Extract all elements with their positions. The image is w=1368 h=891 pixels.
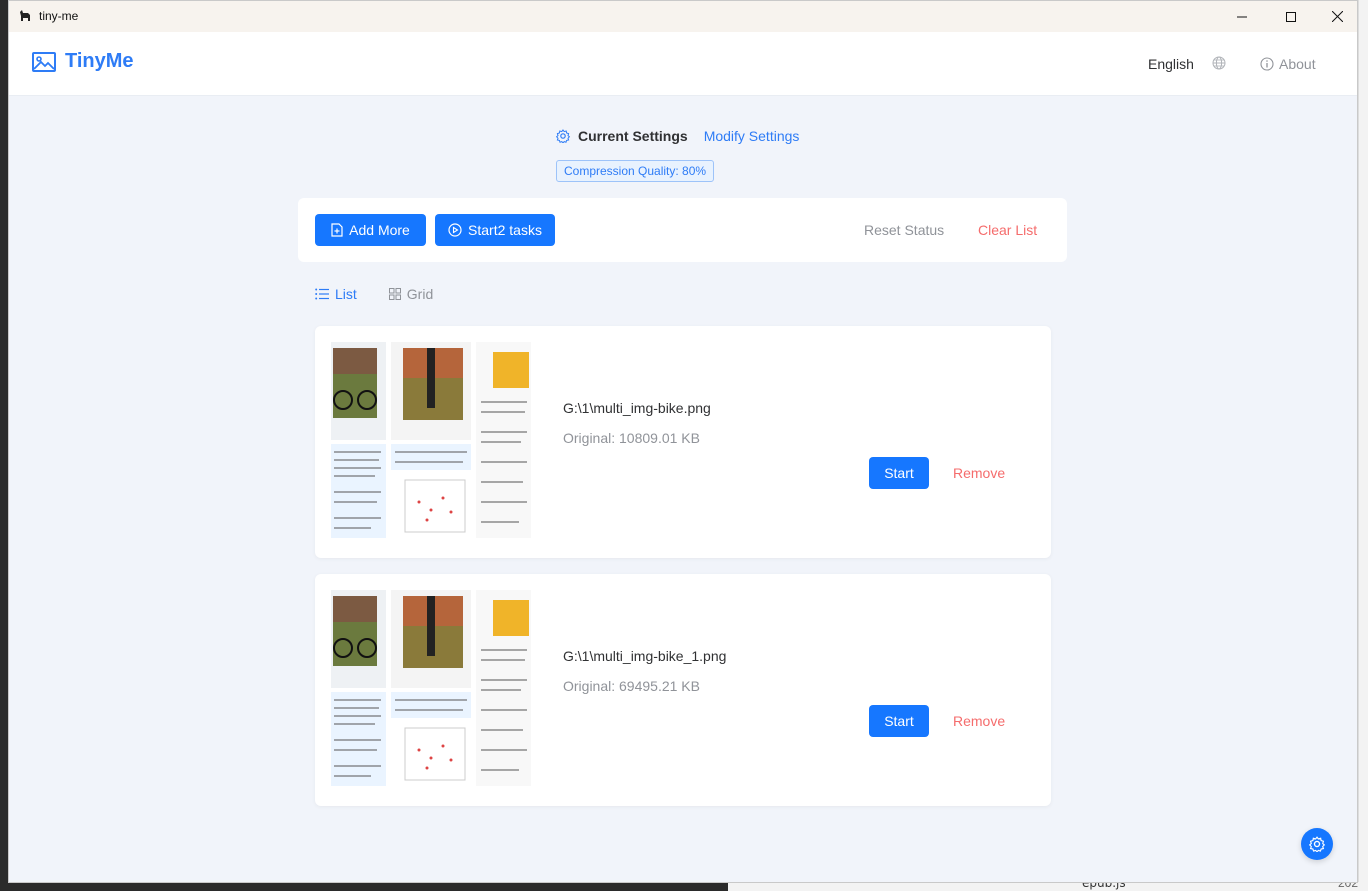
settings-row: Current Settings Modify Settings [556,128,799,144]
gear-icon [556,129,570,143]
grid-view-label: Grid [406,286,434,302]
reset-status-button[interactable]: Reset Status [864,222,944,238]
current-settings-label: Current Settings [578,128,688,144]
desktop-background-bottom [728,882,1368,891]
about-label: About [1279,56,1316,72]
view-toggle: List Grid [315,286,433,302]
language-selector[interactable]: English [1148,56,1194,72]
file-card: G:\1\multi_img-bike.png Original: 10809.… [315,326,1051,558]
remove-button[interactable]: Remove [953,465,1005,481]
list-view-label: List [335,286,357,302]
file-thumbnail [331,342,531,538]
file-card: G:\1\multi_img-bike_1.png Original: 6949… [315,574,1051,806]
minimize-button[interactable] [1219,1,1265,32]
file-add-icon [331,223,343,237]
list-view-tab[interactable]: List [315,286,357,302]
close-button[interactable] [1314,1,1357,32]
minimize-icon [1237,16,1247,17]
window-title: tiny-me [39,9,79,23]
start-button[interactable]: Start [869,705,929,737]
about-link[interactable]: About [1260,56,1316,72]
app-header: TinyMe English About [9,32,1357,96]
file-thumbnail [331,590,531,786]
settings-fab-button[interactable] [1301,828,1333,860]
app-window: tiny-me TinyMe English About Current Set… [8,0,1358,883]
file-name: G:\1\multi_img-bike.png [563,400,711,416]
remove-button[interactable]: Remove [953,713,1005,729]
compression-quality-tag: Compression Quality: 80% [556,160,715,182]
play-circle-icon [448,223,462,237]
file-original-size: Original: 10809.01 KB [563,430,700,446]
action-toolbar: Add More Start2 tasks Reset Status Clear… [298,198,1067,262]
add-more-label: Add More [349,222,410,238]
info-icon [1260,57,1274,71]
brand-logo[interactable]: TinyMe [32,50,134,73]
file-name: G:\1\multi_img-bike_1.png [563,648,727,664]
list-icon [315,288,329,300]
file-original-size: Original: 69495.21 KB [563,678,700,694]
start-tasks-label: Start2 tasks [468,222,542,238]
gear-icon [1309,836,1325,852]
close-icon [1331,11,1343,22]
desktop-background-right [1358,0,1368,891]
start-tasks-button[interactable]: Start2 tasks [435,214,555,246]
dog-app-icon [20,10,30,21]
image-icon [32,51,56,72]
grid-view-tab[interactable]: Grid [388,286,434,302]
brand-name: TinyMe [65,50,134,72]
start-button[interactable]: Start [869,457,929,489]
clear-list-button[interactable]: Clear List [978,222,1037,238]
title-bar[interactable]: tiny-me [9,1,1357,32]
maximize-icon [1286,11,1296,22]
add-more-button[interactable]: Add More [315,214,426,246]
maximize-button[interactable] [1268,1,1314,32]
globe-icon[interactable] [1212,56,1226,70]
grid-icon [388,288,401,300]
modify-settings-link[interactable]: Modify Settings [704,128,800,144]
